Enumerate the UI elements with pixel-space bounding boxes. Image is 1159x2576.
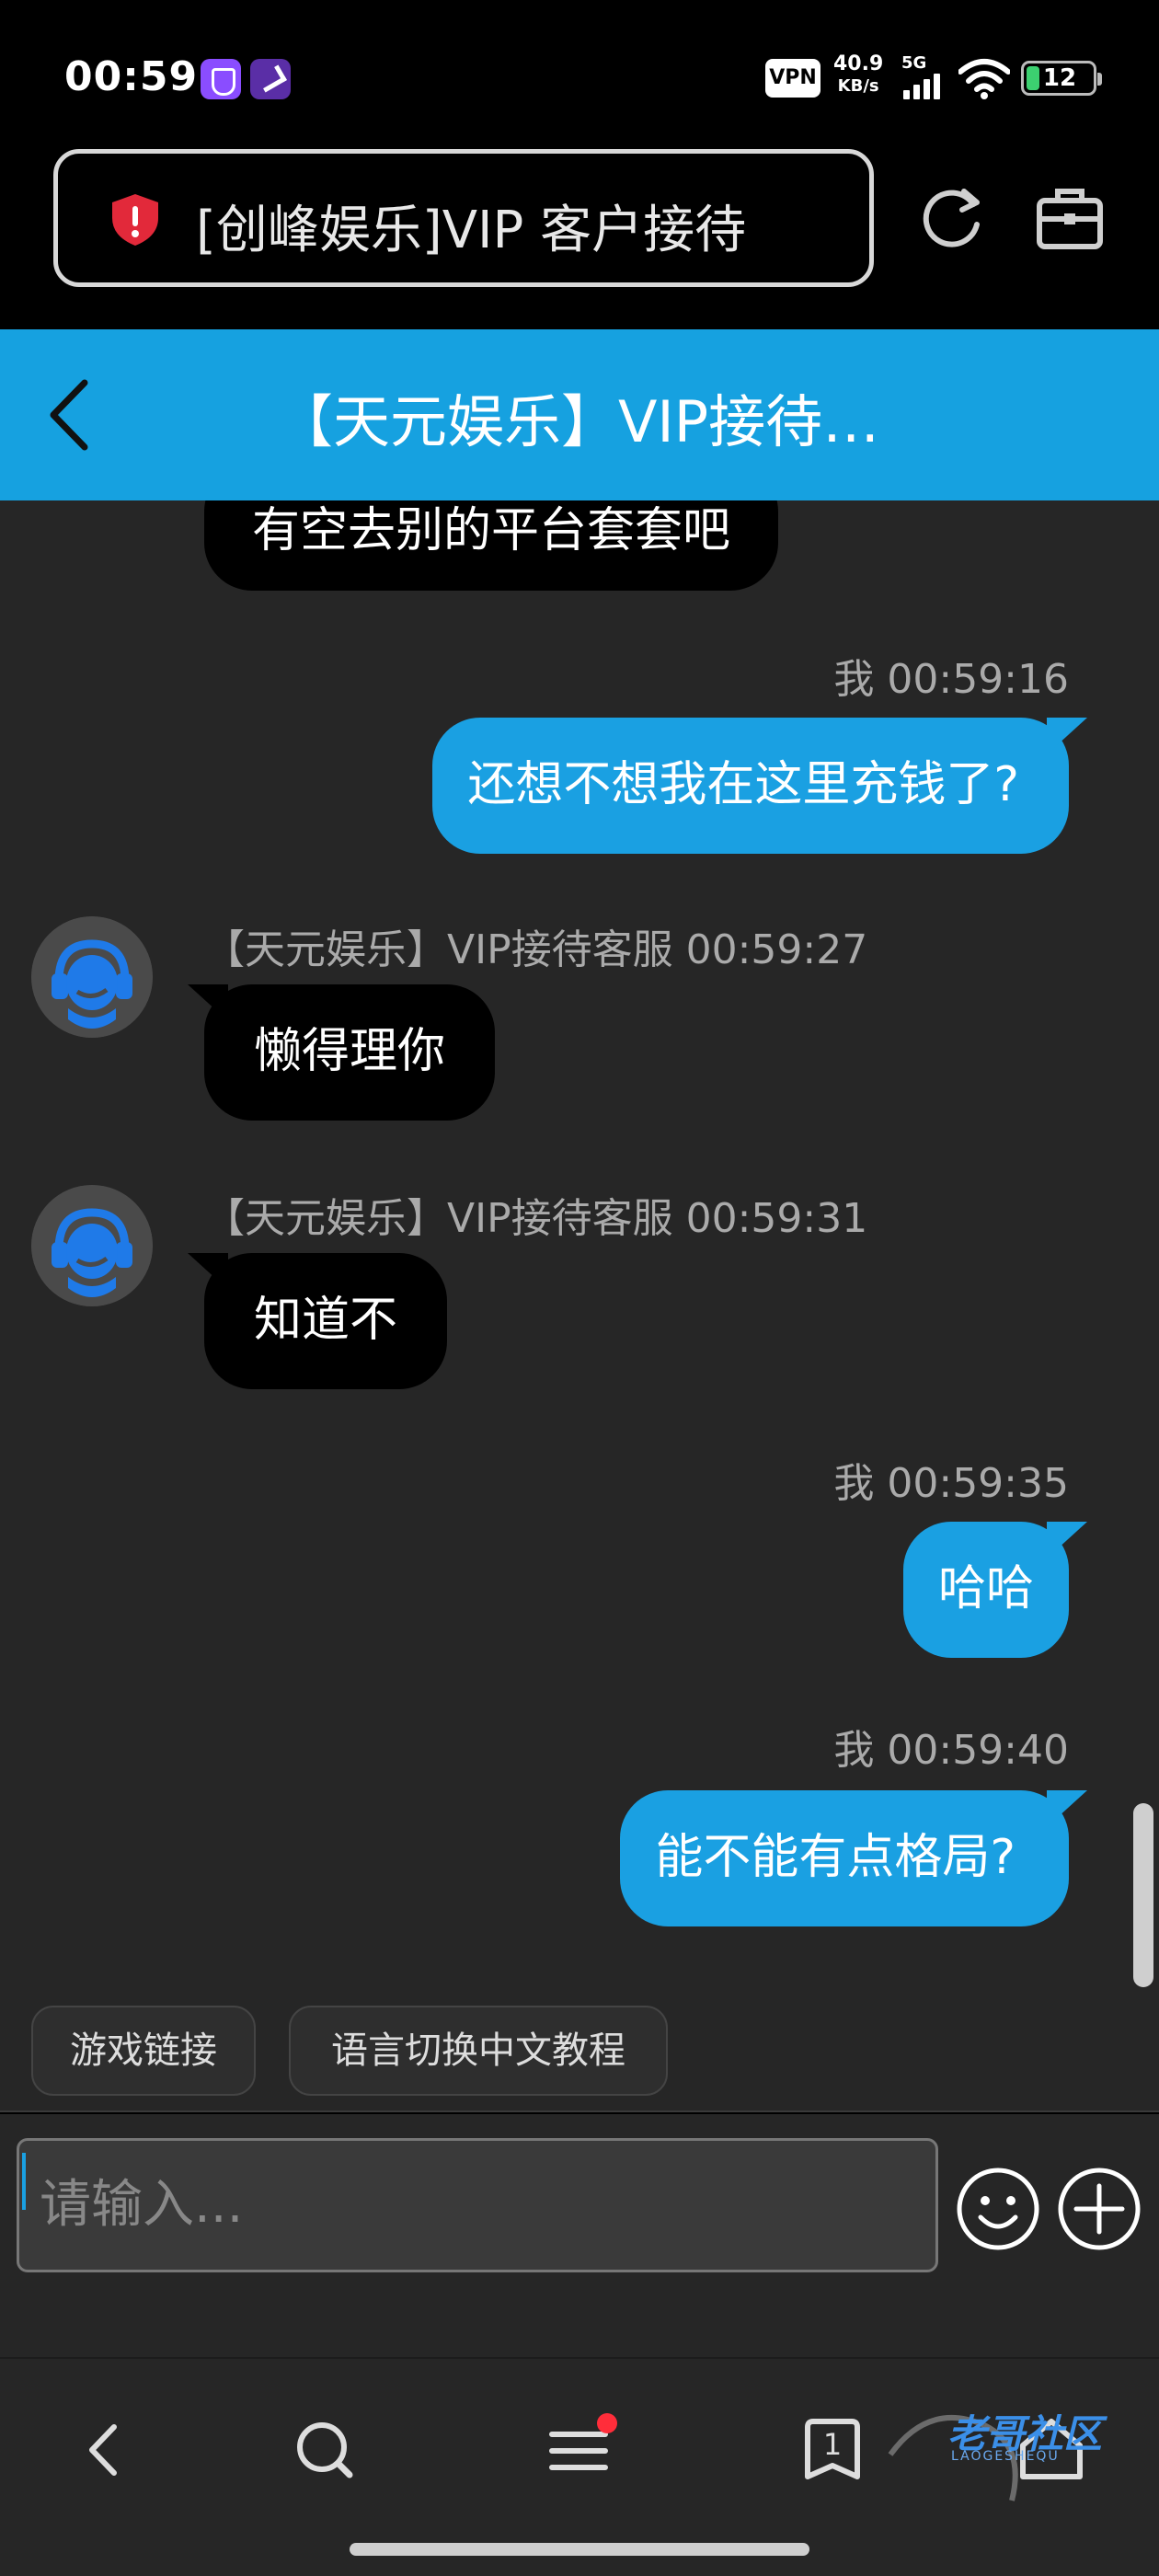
incoming-message-bubble[interactable]: 知道不 bbox=[204, 1253, 448, 1389]
back-arrow-icon[interactable] bbox=[37, 374, 101, 456]
add-attachment-icon[interactable] bbox=[1056, 2166, 1142, 2252]
message-text: 有空去别的平台套套吧 bbox=[252, 503, 731, 558]
message-text: 还想不想我在这里充钱了? bbox=[467, 757, 1019, 812]
battery-level: 12 bbox=[1042, 64, 1077, 92]
message-meta: 【天元娱乐】VIP接待客服 00:59:31 bbox=[204, 1195, 868, 1242]
battery-icon: 12 bbox=[1021, 61, 1102, 96]
nav-search-icon[interactable] bbox=[283, 2409, 366, 2491]
quick-reply-game-link[interactable]: 游戏链接 bbox=[31, 2006, 256, 2096]
message-text: 知道不 bbox=[254, 1293, 398, 1348]
signal-icon bbox=[903, 72, 949, 99]
outgoing-message-bubble[interactable]: 还想不想我在这里充钱了? bbox=[432, 718, 1069, 854]
security-warning-icon bbox=[112, 194, 158, 246]
wifi-icon bbox=[958, 59, 1010, 99]
chat-scrollbar[interactable] bbox=[1133, 1803, 1153, 1987]
outgoing-message-bubble[interactable]: 能不能有点格局? bbox=[620, 1790, 1069, 1926]
message-meta: 我 00:59:16 bbox=[833, 656, 1069, 703]
network-speed-unit: KB/s bbox=[837, 76, 879, 96]
chat-message-list[interactable]: 有空去别的平台套套吧 我 00:59:16 还想不想我在这里充钱了? 【天元娱乐… bbox=[0, 500, 1159, 1987]
message-meta: 【天元娱乐】VIP接待客服 00:59:27 bbox=[204, 926, 868, 973]
status-bar: 00:59 VPN 40.9 KB/s 5G 12 bbox=[0, 0, 1159, 156]
message-text: 哈哈 bbox=[937, 1561, 1034, 1616]
toolbox-icon[interactable] bbox=[1034, 182, 1106, 254]
quick-reply-bar: 游戏链接 语言切换中文教程 bbox=[0, 1987, 1159, 2112]
incoming-message-bubble[interactable]: 有空去别的平台套套吧 bbox=[204, 500, 779, 591]
address-bar-text: [创峰娱乐]VIP 客户接待 bbox=[196, 201, 747, 260]
agent-avatar[interactable] bbox=[31, 1185, 153, 1306]
signal-label: 5G bbox=[901, 53, 927, 73]
nav-tabs-icon[interactable]: 1 bbox=[791, 2409, 874, 2491]
agent-avatar[interactable] bbox=[31, 916, 153, 1038]
tab-count: 1 bbox=[822, 2427, 843, 2462]
nav-menu-icon[interactable] bbox=[537, 2409, 620, 2491]
text-cursor bbox=[22, 2153, 26, 2210]
vpn-app-icon bbox=[201, 59, 241, 99]
chat-header: 【天元娱乐】VIP接待… bbox=[0, 329, 1159, 500]
message-meta: 我 00:59:40 bbox=[833, 1727, 1069, 1774]
incoming-message-bubble[interactable]: 懒得理你 bbox=[204, 984, 496, 1121]
chat-title: 【天元娱乐】VIP接待… bbox=[276, 388, 880, 455]
vpn-badge: VPN bbox=[765, 59, 820, 98]
status-time: 00:59 bbox=[64, 53, 199, 100]
message-composer: 请输入... bbox=[0, 2114, 1159, 2357]
emoji-icon[interactable] bbox=[955, 2166, 1041, 2252]
watermark-subtext: LAOGESHEQU bbox=[951, 2449, 1060, 2464]
quick-reply-language-tutorial[interactable]: 语言切换中文教程 bbox=[289, 2006, 668, 2096]
network-speed-value: 40.9 bbox=[833, 52, 884, 75]
browser-bottom-nav: 1 bbox=[0, 2357, 1159, 2576]
network-speed: 40.9 KB/s bbox=[833, 53, 883, 98]
reload-icon[interactable] bbox=[916, 182, 988, 254]
message-text: 能不能有点格局? bbox=[655, 1830, 1016, 1885]
home-indicator bbox=[350, 2543, 809, 2556]
address-bar[interactable]: [创峰娱乐]VIP 客户接待 bbox=[53, 149, 874, 287]
message-input[interactable]: 请输入... bbox=[17, 2138, 938, 2272]
outgoing-message-bubble[interactable]: 哈哈 bbox=[902, 1522, 1069, 1658]
headset-agent-icon bbox=[31, 916, 153, 1038]
message-meta: 我 00:59:35 bbox=[833, 1460, 1069, 1507]
headset-agent-icon bbox=[31, 1185, 153, 1306]
nav-back-icon[interactable] bbox=[66, 2409, 149, 2491]
message-text: 懒得理你 bbox=[254, 1024, 446, 1079]
app-notification-icon bbox=[250, 59, 291, 99]
